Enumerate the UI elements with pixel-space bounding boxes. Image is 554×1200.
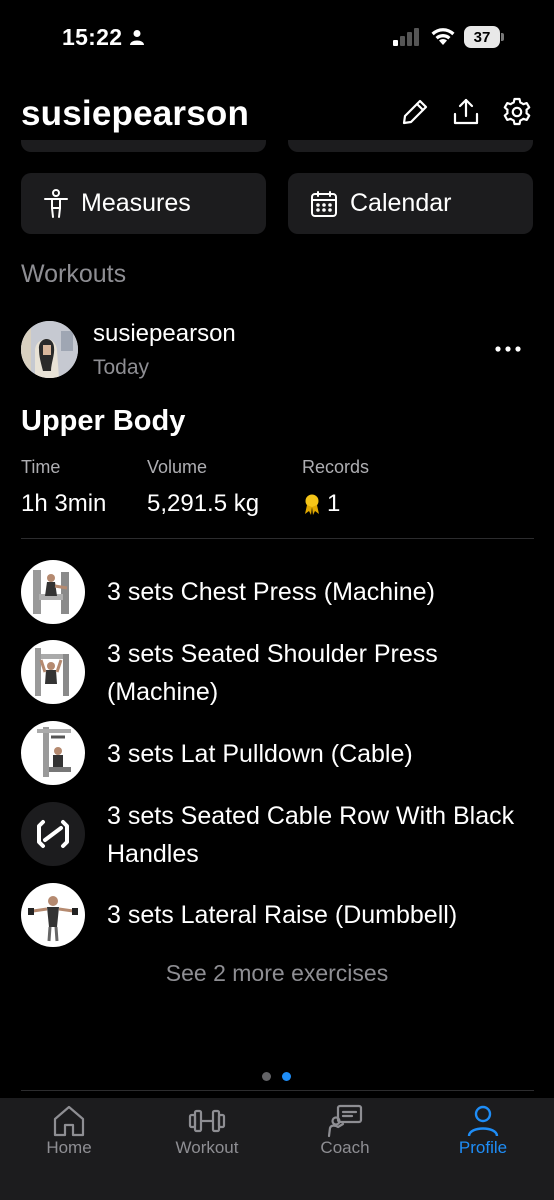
status-time: 15:22 — [62, 24, 123, 50]
pagination-dots — [262, 1072, 291, 1081]
person-icon — [130, 30, 144, 45]
home-icon — [53, 1105, 85, 1137]
tab-coach[interactable]: Coach — [276, 1098, 414, 1168]
battery-indicator: 37 — [464, 26, 504, 48]
gear-icon — [503, 97, 531, 126]
more-options-icon[interactable] — [494, 344, 522, 354]
chest-press-machine-image — [33, 570, 69, 614]
settings-button[interactable] — [501, 96, 533, 128]
measures-label: Measures — [81, 189, 191, 217]
calendar-icon — [311, 190, 337, 217]
app-logo-icon — [37, 820, 69, 848]
tab-workout[interactable]: Workout — [138, 1098, 276, 1168]
body-measure-icon — [44, 188, 68, 218]
page-title: susiepearson — [21, 94, 250, 133]
tab-profile-label: Profile — [458, 1138, 508, 1157]
records-value: 1 — [327, 490, 341, 517]
exercise-thumbnail — [21, 883, 85, 947]
avatar-photo — [21, 321, 78, 378]
status-bar: 15:22 37 — [0, 0, 554, 76]
partial-card-right — [288, 140, 533, 152]
tab-profile[interactable]: Profile — [414, 1098, 552, 1168]
calendar-label: Calendar — [350, 189, 452, 217]
divider — [21, 1090, 534, 1091]
exercise-name[interactable]: 3 sets Seated Cable Row With Black Handl… — [107, 797, 527, 873]
tab-bar: Home Workout Coach Profile — [0, 1098, 554, 1200]
tab-coach-label: Coach — [320, 1138, 370, 1157]
shoulder-press-machine-image — [35, 648, 69, 696]
workout-title[interactable]: Upper Body — [21, 405, 185, 438]
share-button[interactable] — [450, 96, 482, 128]
time-value: 1h 3min — [21, 490, 107, 517]
exercise-thumbnail — [21, 721, 85, 785]
exercise-name[interactable]: 3 sets Lat Pulldown (Cable) — [107, 735, 527, 773]
exercise-name[interactable]: 3 sets Seated Shoulder Press (Machine) — [107, 635, 527, 711]
lateral-raise-image — [28, 896, 78, 942]
divider — [21, 538, 534, 539]
calendar-button[interactable]: Calendar — [288, 173, 533, 234]
exercise-thumbnail — [21, 802, 85, 866]
share-icon — [453, 98, 479, 125]
profile-icon — [467, 1105, 499, 1137]
dumbbell-icon — [188, 1109, 226, 1133]
post-username[interactable]: susiepearson — [93, 320, 236, 348]
exercise-name[interactable]: 3 sets Chest Press (Machine) — [107, 573, 527, 611]
partial-card-left — [21, 140, 266, 152]
wifi-icon — [431, 28, 455, 45]
page-dot — [262, 1072, 271, 1081]
post-date: Today — [93, 356, 150, 379]
workouts-section-title: Workouts — [21, 260, 127, 288]
signal-icon — [393, 28, 419, 46]
tab-home[interactable]: Home — [0, 1098, 138, 1168]
coach-icon — [327, 1104, 363, 1138]
records-label: Records — [302, 457, 370, 477]
tab-home-label: Home — [46, 1138, 92, 1157]
avatar[interactable] — [21, 321, 78, 378]
medal-icon — [305, 494, 319, 515]
lat-pulldown-image — [37, 727, 71, 777]
edit-profile-button[interactable] — [399, 96, 431, 128]
exercise-thumbnail — [21, 560, 85, 624]
time-label: Time — [21, 457, 61, 477]
volume-label: Volume — [147, 457, 208, 477]
exercise-name[interactable]: 3 sets Lateral Raise (Dumbbell) — [107, 896, 527, 934]
battery-level: 37 — [473, 28, 491, 46]
pencil-icon — [402, 99, 428, 125]
tab-workout-label: Workout — [175, 1138, 239, 1157]
page-dot-active — [282, 1072, 291, 1081]
see-more-exercises-link[interactable]: See 2 more exercises — [0, 960, 554, 987]
volume-value: 5,291.5 kg — [147, 490, 260, 517]
measures-button[interactable]: Measures — [21, 173, 266, 234]
exercise-thumbnail — [21, 640, 85, 704]
